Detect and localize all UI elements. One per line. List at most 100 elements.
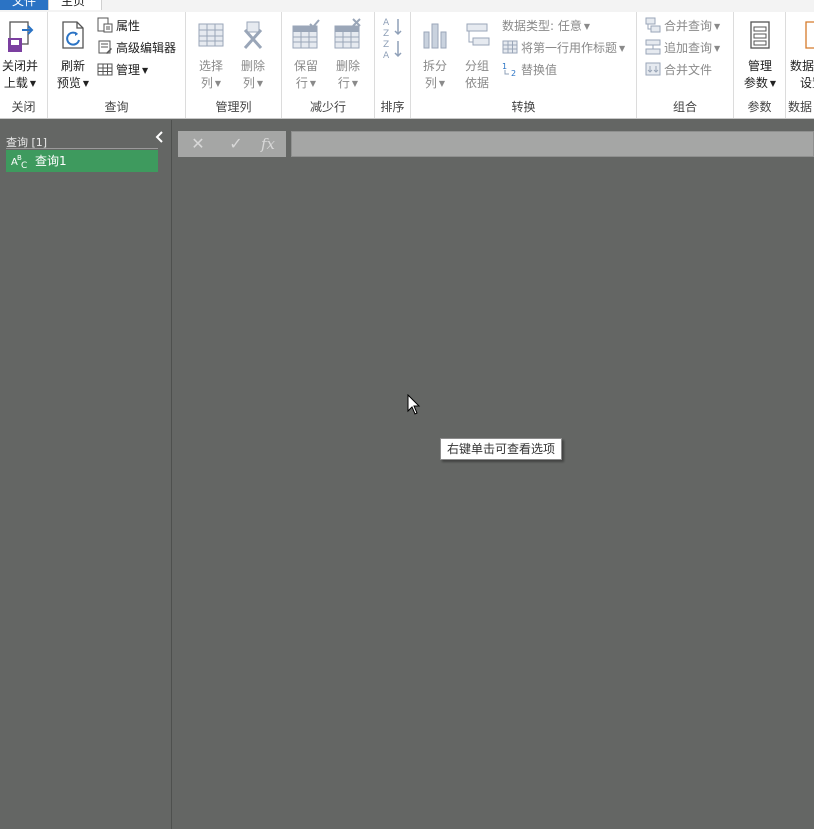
group-label-sort: 排序 bbox=[380, 100, 405, 114]
tooltip: 右键单击可查看选项 bbox=[440, 438, 563, 460]
group-by-icon bbox=[466, 23, 490, 46]
tab-file[interactable]: 文件 bbox=[0, 0, 48, 10]
group-query: 刷新 预览 ▼ 属性 高级编辑器 管理 ▼ 查询 bbox=[48, 12, 186, 118]
group-close: 关闭并 上载 ▼ 关闭 bbox=[0, 12, 48, 118]
query-list-item[interactable]: ABC 查询1 bbox=[6, 150, 158, 172]
formula-bar-tools: ✕ ✓ fx bbox=[178, 131, 286, 157]
text-type-icon: A BC bbox=[11, 154, 27, 171]
chevron-down-icon: ▼ bbox=[29, 79, 37, 88]
merge-queries-label: 合并查询 bbox=[664, 19, 713, 33]
properties-button[interactable]: 属性 bbox=[97, 16, 140, 36]
chevron-down-icon: ▼ bbox=[438, 79, 446, 88]
properties-label: 属性 bbox=[116, 19, 141, 33]
remove-rows-button[interactable]: 删除 行 ▼ bbox=[328, 16, 368, 92]
use-first-row-headers-button[interactable]: 将第一行用作标题 ▼ bbox=[502, 38, 625, 58]
choose-columns-icon bbox=[198, 23, 224, 47]
remove-columns-button[interactable]: 删除 列 ▼ bbox=[234, 16, 272, 92]
choose-columns-button[interactable]: 选择 列 ▼ bbox=[192, 16, 230, 92]
group-transform: 拆分 列 ▼ 分组 依据 数据类型: 任意 ▼ 将第一行用作标题 ▼ 1 2 替换值 转换 bbox=[411, 12, 637, 118]
remove-columns-label-1: 删除 bbox=[240, 59, 265, 73]
keep-rows-label-2: 行 bbox=[295, 76, 308, 90]
chevron-down-icon: ▼ bbox=[769, 79, 777, 88]
advanced-editor-icon bbox=[98, 40, 112, 54]
confirm-formula-icon[interactable]: ✓ bbox=[226, 134, 246, 154]
choose-columns-label-1: 选择 bbox=[198, 59, 223, 73]
close-load-label-1: 关闭并 bbox=[1, 59, 38, 73]
query-name: 查询1 bbox=[35, 154, 67, 168]
combine-files-button[interactable]: 合并文件 bbox=[645, 60, 712, 80]
chevron-down-icon: ▼ bbox=[142, 66, 149, 75]
data-type-label: 数据类型: 任意 bbox=[502, 19, 582, 33]
group-by-button[interactable]: 分组 依据 bbox=[459, 16, 495, 92]
table-icon bbox=[97, 63, 113, 76]
merge-queries-button[interactable]: 合并查询 ▼ bbox=[645, 16, 720, 36]
manage-parameters-label-1: 管理 bbox=[747, 59, 772, 73]
group-combine: 合并查询 ▼ 追加查询 ▼ 合并文件 组合 bbox=[637, 12, 734, 118]
ribbon-tab-bar: 文件 主页 bbox=[0, 0, 814, 12]
keep-rows-icon bbox=[292, 19, 320, 49]
mouse-cursor-icon bbox=[407, 394, 421, 415]
group-by-label-2: 依据 bbox=[464, 76, 489, 90]
replace-values-button[interactable]: 1 2 替换值 bbox=[502, 60, 557, 80]
svg-text:A: A bbox=[383, 18, 390, 28]
refresh-label-2: 预览 bbox=[56, 76, 81, 90]
sort-ascending-button[interactable]: AZ bbox=[381, 16, 405, 39]
pane-divider bbox=[6, 148, 158, 149]
append-queries-button[interactable]: 追加查询 ▼ bbox=[645, 38, 720, 58]
svg-text:1: 1 bbox=[502, 62, 507, 71]
chevron-down-icon: ▼ bbox=[351, 79, 359, 88]
advanced-editor-button[interactable]: 高级编辑器 bbox=[97, 38, 176, 58]
chevron-down-icon: ▼ bbox=[619, 44, 626, 53]
combine-files-label: 合并文件 bbox=[664, 63, 713, 77]
group-manage-columns: 选择 列 ▼ 删除 列 ▼ 管理列 bbox=[186, 12, 282, 118]
sort-ascending-icon: AZ bbox=[383, 18, 402, 39]
manage-label: 管理 bbox=[116, 63, 141, 77]
tab-home[interactable]: 主页 bbox=[48, 0, 102, 10]
combine-files-icon bbox=[645, 62, 661, 76]
chevron-down-icon: ▼ bbox=[256, 79, 264, 88]
svg-text:Z: Z bbox=[383, 29, 389, 38]
group-label-manage-columns: 管理列 bbox=[215, 100, 252, 114]
svg-text:A: A bbox=[383, 51, 390, 60]
fx-icon[interactable]: fx bbox=[258, 134, 278, 154]
close-load-icon bbox=[8, 21, 34, 52]
refresh-icon bbox=[62, 21, 84, 49]
ribbon: 关闭并 上载 ▼ 关闭 刷新 预览 ▼ 属性 高级编辑器 管理 ▼ 查询 选择 … bbox=[0, 12, 814, 119]
close-and-load-button[interactable]: 关闭并 上载 ▼ bbox=[0, 16, 40, 92]
data-source-label-2: 设置 bbox=[800, 76, 814, 90]
append-queries-label: 追加查询 bbox=[664, 41, 713, 55]
svg-text:Z: Z bbox=[383, 40, 389, 50]
advanced-editor-label: 高级编辑器 bbox=[116, 41, 177, 55]
refresh-label-1: 刷新 bbox=[60, 59, 85, 73]
group-data-sources: 数据 设置 数据 bbox=[786, 12, 814, 118]
keep-rows-button[interactable]: 保留 行 ▼ bbox=[286, 16, 326, 92]
group-label-parameters: 参数 bbox=[747, 100, 772, 114]
formula-input[interactable] bbox=[291, 131, 814, 157]
manage-query-button[interactable]: 管理 ▼ bbox=[97, 60, 148, 80]
svg-text:2: 2 bbox=[511, 69, 516, 77]
chevron-down-icon: ▼ bbox=[214, 79, 222, 88]
group-label-data-sources: 数据 bbox=[788, 100, 813, 114]
refresh-preview-button[interactable]: 刷新 预览 ▼ bbox=[54, 16, 92, 92]
replace-values-icon: 12 bbox=[502, 62, 516, 77]
chevron-down-icon: ▼ bbox=[714, 22, 721, 31]
data-type-dropdown[interactable]: 数据类型: 任意 ▼ bbox=[502, 16, 590, 36]
remove-columns-label-2: 列 bbox=[242, 76, 255, 90]
group-sort: AZ ZA 排序 bbox=[375, 12, 411, 118]
split-column-button[interactable]: 拆分 列 ▼ bbox=[417, 16, 453, 92]
group-by-label-1: 分组 bbox=[464, 59, 489, 73]
manage-parameters-label-2: 参数 bbox=[743, 76, 768, 90]
group-reduce-rows: 保留 行 ▼ 删除 行 ▼ 减少行 bbox=[282, 12, 375, 118]
data-source-settings-button[interactable]: 数据 设置 bbox=[790, 16, 814, 92]
split-label-2: 列 bbox=[424, 76, 437, 90]
manage-parameters-button[interactable]: 管理 参数 ▼ bbox=[738, 16, 782, 92]
properties-icon bbox=[97, 17, 113, 33]
sort-descending-button[interactable]: ZA bbox=[381, 38, 405, 61]
chevron-down-icon: ▼ bbox=[583, 22, 591, 31]
group-label-query: 查询 bbox=[104, 100, 129, 114]
collapse-pane-icon[interactable] bbox=[154, 130, 166, 144]
group-label-transform: 转换 bbox=[511, 100, 536, 114]
chevron-down-icon: ▼ bbox=[309, 79, 317, 88]
data-source-settings-icon bbox=[805, 21, 814, 49]
cancel-formula-icon[interactable]: ✕ bbox=[188, 134, 208, 154]
